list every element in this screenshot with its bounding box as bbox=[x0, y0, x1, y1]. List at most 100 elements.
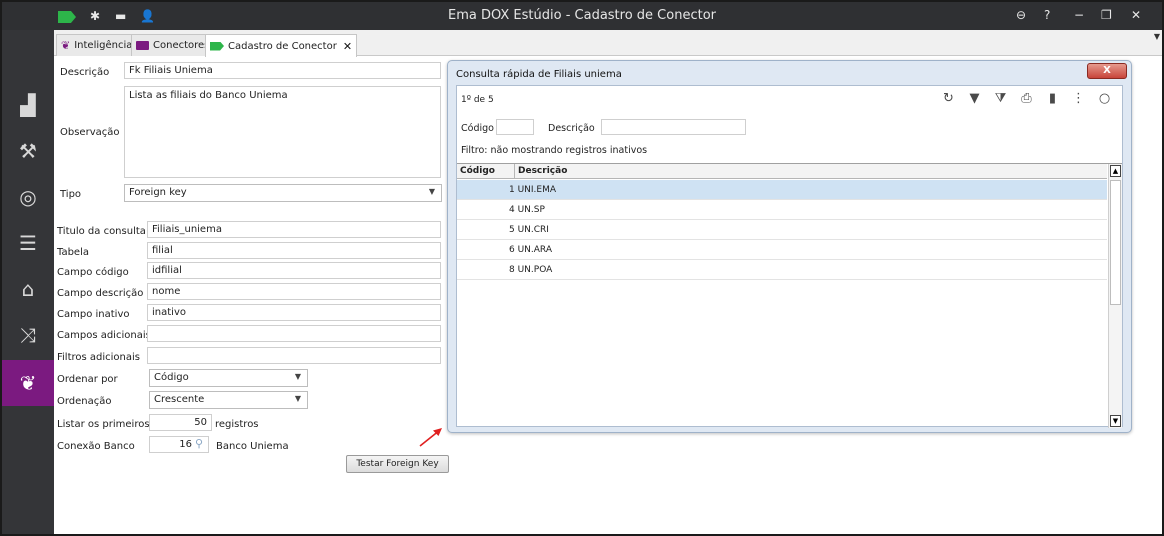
observacao-label: Observação bbox=[60, 127, 120, 138]
campo-descricao-field[interactable]: nome bbox=[147, 283, 441, 300]
sidebar-item-intelligence[interactable]: ❦ bbox=[2, 360, 54, 406]
table-row[interactable]: 6 UN.ARA bbox=[457, 240, 1107, 260]
ordenacao-select[interactable]: Crescente ▼ bbox=[149, 391, 308, 409]
dialog-title: Consulta rápida de Filiais uniema bbox=[456, 69, 622, 80]
sidebar-item-home[interactable]: ⌂ bbox=[2, 266, 54, 312]
tabela-field[interactable]: filial bbox=[147, 242, 441, 259]
minimize-button[interactable]: − bbox=[1074, 8, 1084, 22]
tipo-select[interactable]: Foreign key ▼ bbox=[124, 184, 442, 202]
grid-header: Código Descrição bbox=[457, 164, 1107, 179]
sidebar-item-shuffle[interactable]: ⤨ bbox=[2, 312, 54, 358]
target-icon: ◎ bbox=[19, 185, 37, 209]
campo-inativo-label: Campo inativo bbox=[57, 309, 130, 320]
campos-adicionais-field[interactable] bbox=[147, 325, 441, 342]
chevron-down-icon: ▼ bbox=[294, 372, 301, 381]
row-text: 8 UN.POA bbox=[509, 265, 553, 275]
tab-scroll-icon[interactable]: ▼ bbox=[1154, 32, 1160, 41]
more-options-icon[interactable]: ⋮ bbox=[1071, 91, 1086, 106]
scroll-down-icon[interactable]: ▼ bbox=[1110, 415, 1121, 427]
brain-icon: ❦ bbox=[19, 371, 37, 395]
tipo-label: Tipo bbox=[60, 189, 82, 200]
campo-descricao-label: Campo descrição bbox=[57, 288, 144, 299]
table-row[interactable]: 5 UN.CRI bbox=[457, 220, 1107, 240]
titulo-field[interactable]: Filiais_uniema bbox=[147, 221, 441, 238]
clear-filter-icon[interactable]: ⧩ bbox=[993, 91, 1008, 106]
dialog-descricao-input[interactable] bbox=[601, 119, 746, 135]
settings-icon[interactable]: ○ bbox=[1097, 91, 1112, 106]
sidebar-item-tools[interactable]: ⚒ bbox=[2, 128, 54, 174]
sidebar-item-target[interactable]: ◎ bbox=[2, 174, 54, 220]
scroll-up-icon[interactable]: ▲ bbox=[1110, 165, 1121, 177]
tipo-select-value: Foreign key bbox=[129, 187, 187, 198]
campo-codigo-field[interactable]: idfilial bbox=[147, 262, 441, 279]
maximize-button[interactable]: ❐ bbox=[1101, 8, 1112, 22]
campo-codigo-label: Campo código bbox=[57, 267, 129, 278]
tab-bar: ❦ Inteligência Conectores Cadastro de Co… bbox=[54, 30, 1162, 57]
ordenar-label: Ordenar por bbox=[57, 374, 118, 385]
table-row[interactable]: 8 UN.POA bbox=[457, 260, 1107, 280]
tab-cadastro-conector[interactable]: Cadastro de Conector ✕ bbox=[205, 34, 358, 57]
filtros-adicionais-field[interactable] bbox=[147, 347, 441, 364]
scroll-thumb[interactable] bbox=[1110, 180, 1121, 305]
dialog-codigo-input[interactable] bbox=[496, 119, 534, 135]
tag-icon bbox=[210, 41, 224, 51]
close-window-button[interactable]: ✕ bbox=[1131, 8, 1141, 22]
chevron-down-icon: ▼ bbox=[294, 394, 301, 403]
listar-label: Listar os primeiros bbox=[57, 419, 150, 430]
row-text: 5 UN.CRI bbox=[509, 225, 549, 235]
conexao-label: Conexão Banco bbox=[57, 441, 135, 452]
ordenar-select[interactable]: Código ▼ bbox=[149, 369, 308, 387]
column-header-descricao[interactable]: Descrição bbox=[518, 166, 567, 176]
shuffle-icon: ⤨ bbox=[20, 323, 36, 347]
table-row[interactable]: 1 UNI.EMA bbox=[457, 180, 1107, 200]
home-icon: ⌂ bbox=[21, 277, 35, 301]
results-grid: Código Descrição 1 UNI.EMA 4 UN.SP 5 UN.CR… bbox=[457, 163, 1122, 428]
tabela-label: Tabela bbox=[57, 247, 89, 258]
filtros-adicionais-label: Filtros adicionais bbox=[57, 352, 141, 363]
tab-conectores[interactable]: Conectores bbox=[131, 34, 215, 56]
table-row[interactable]: 4 UN.SP bbox=[457, 200, 1107, 220]
row-text: 4 UN.SP bbox=[509, 205, 545, 215]
test-foreign-key-button[interactable]: Testar Foreign Key bbox=[346, 455, 449, 473]
sidebar-item-chart[interactable]: ▟ bbox=[2, 82, 54, 128]
close-tab-icon[interactable]: ✕ bbox=[343, 40, 352, 53]
descricao-field[interactable]: Fk Filiais Uniema bbox=[124, 62, 441, 79]
campo-inativo-field[interactable]: inativo bbox=[147, 304, 441, 321]
row-text: 6 UN.ARA bbox=[509, 245, 552, 255]
ordenar-select-value: Código bbox=[154, 372, 189, 383]
campos-adicionais-label: Campos adicionais bbox=[57, 330, 151, 341]
window-title: Ema DOX Estúdio - Cadastro de Conector bbox=[448, 8, 716, 23]
observacao-textarea[interactable]: Lista as filiais do Banco Uniema bbox=[124, 86, 441, 178]
red-arrow-icon bbox=[419, 428, 442, 447]
dialog-close-button[interactable]: X bbox=[1087, 63, 1127, 79]
refresh-icon[interactable]: ↻ bbox=[941, 91, 956, 106]
chevron-down-icon: ▼ bbox=[428, 187, 435, 196]
search-icon[interactable]: ⚲ bbox=[195, 437, 203, 450]
quick-search-dialog: Consulta rápida de Filiais uniema X 1º d… bbox=[447, 60, 1132, 433]
dialog-toolbar: ↻ ▼ ⧩ ⎙ ▮ ⋮ ○ bbox=[941, 91, 1112, 106]
conexao-name: Banco Uniema bbox=[216, 441, 289, 452]
grid-scrollbar[interactable]: ▲ ▼ bbox=[1108, 164, 1122, 428]
ordenacao-select-value: Crescente bbox=[154, 394, 205, 405]
tab-label: Conectores bbox=[153, 40, 210, 51]
bar-chart-icon: ▟ bbox=[20, 93, 36, 117]
dialog-descricao-label: Descrição bbox=[548, 123, 595, 134]
globe-icon[interactable]: ⊖ bbox=[1016, 8, 1026, 22]
column-header-codigo[interactable]: Código bbox=[460, 166, 495, 176]
brain-icon: ❦ bbox=[61, 39, 71, 52]
sidebar: ▟ ⚒ ◎ ☰ ⌂ ⤨ ❦ bbox=[2, 30, 54, 534]
record-counter: 1º de 5 bbox=[461, 95, 494, 105]
export-icon[interactable]: ▮ bbox=[1045, 91, 1060, 106]
help-icon[interactable]: ? bbox=[1044, 8, 1050, 22]
tools-icon: ⚒ bbox=[19, 139, 37, 163]
filter-icon[interactable]: ▼ bbox=[967, 91, 982, 106]
tab-label: Inteligência bbox=[74, 40, 133, 51]
ordenacao-label: Ordenação bbox=[57, 396, 112, 407]
listar-field[interactable]: 50 bbox=[149, 414, 212, 431]
tab-inteligencia[interactable]: ❦ Inteligência bbox=[56, 34, 138, 56]
descricao-label: Descrição bbox=[60, 67, 110, 78]
print-icon[interactable]: ⎙ bbox=[1019, 91, 1034, 106]
filter-status-text: Filtro: não mostrando registros inativos bbox=[461, 145, 648, 156]
tab-label: Cadastro de Conector bbox=[228, 40, 337, 52]
sidebar-item-list[interactable]: ☰ bbox=[2, 220, 54, 266]
